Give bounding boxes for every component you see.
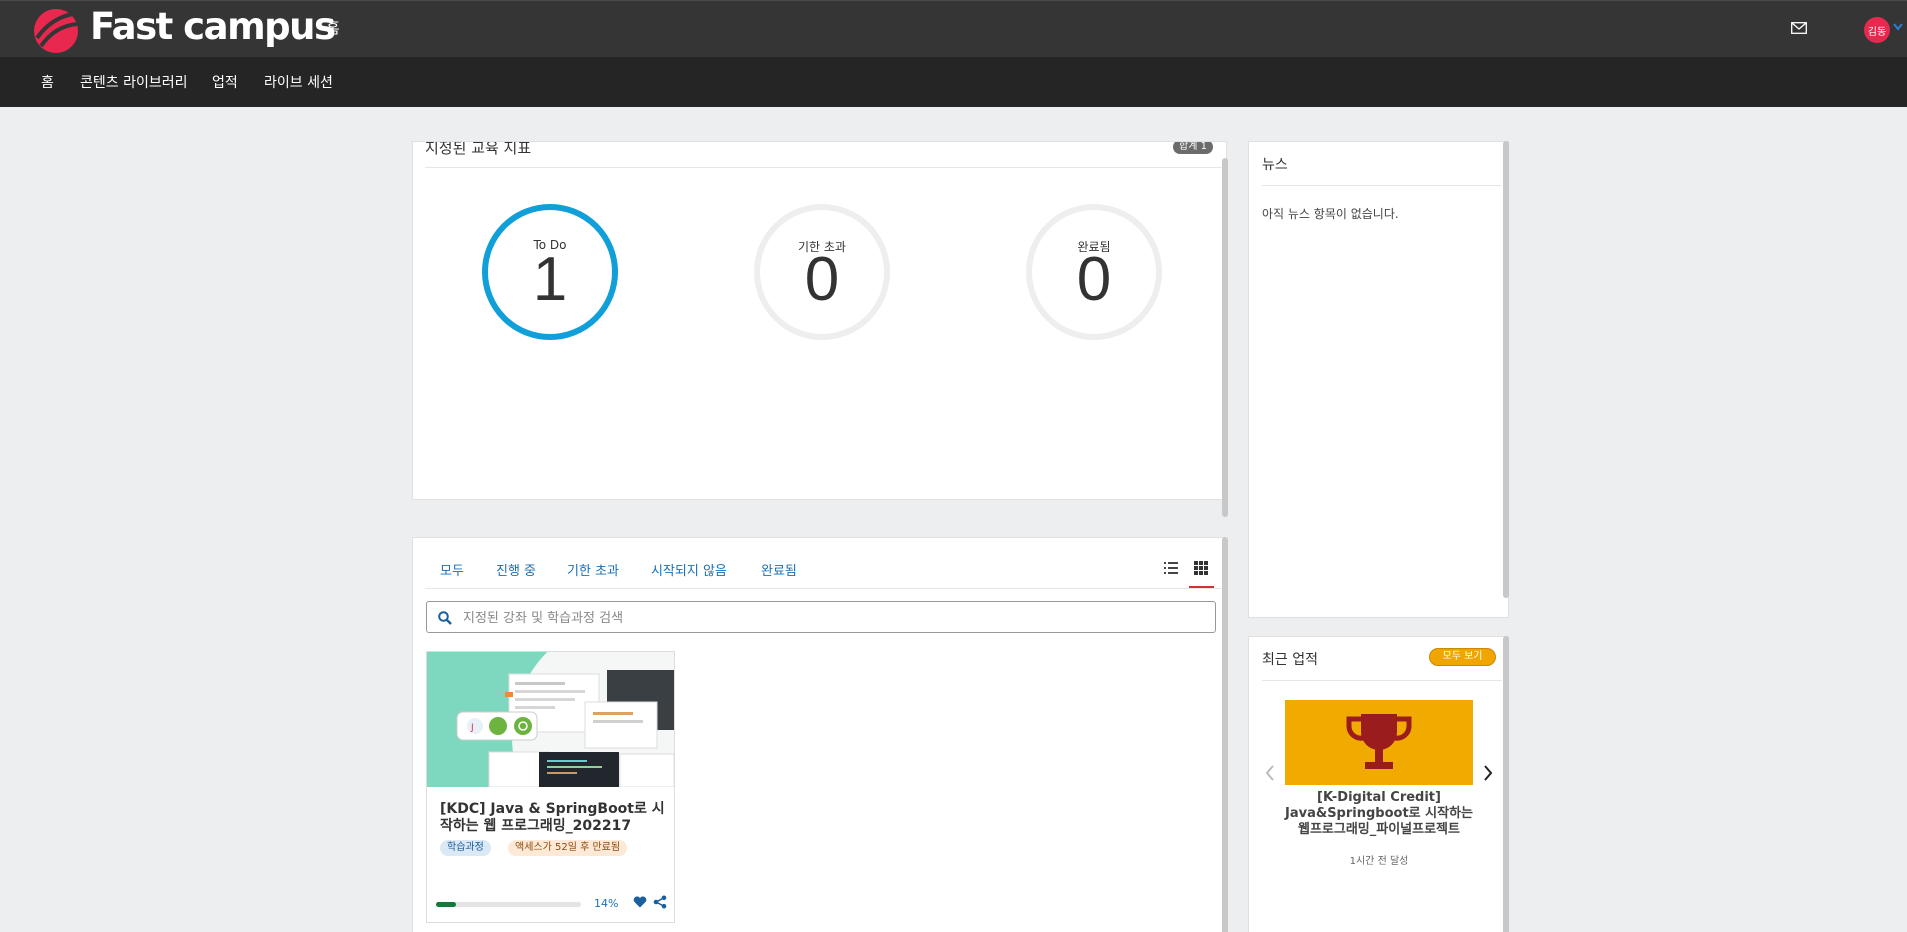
trophy-icon xyxy=(1346,714,1412,769)
divider xyxy=(1262,185,1502,186)
divider xyxy=(425,588,1225,589)
heart-icon[interactable] xyxy=(633,896,647,908)
nav-item-home[interactable]: 홈 xyxy=(41,72,54,92)
page-label: 홈 xyxy=(326,19,340,37)
news-empty-message: 아직 뉴스 항목이 없습니다. xyxy=(1262,207,1399,221)
stats-title: 지정된 교육 지표 xyxy=(425,141,532,157)
nav-item-live-sessions[interactable]: 라이브 세션 xyxy=(264,72,333,92)
course-search[interactable] xyxy=(426,601,1216,633)
news-scrollbar[interactable] xyxy=(1503,141,1509,598)
progress-fill xyxy=(436,902,457,907)
nav-item-content-library[interactable]: 콘텐츠 라이브러리 xyxy=(80,72,188,92)
recent-achievements-panel: 최근 업적 모두 보기 [K-Digital Credit] Java&Spri… xyxy=(1248,636,1509,932)
course-card[interactable]: J [KDC] Java & SpringBoot로 시작하는 웹 프로그래밍_… xyxy=(426,651,675,923)
search-input[interactable] xyxy=(463,608,1203,628)
achievement-image[interactable] xyxy=(1285,700,1473,785)
chevron-down-icon[interactable] xyxy=(1893,23,1903,31)
tab-all[interactable]: 모두 xyxy=(440,560,464,579)
course-progress-bar xyxy=(436,902,581,907)
tab-completed[interactable]: 완료됨 xyxy=(761,560,797,579)
learning-stats-panel: 지정된 교육 지표 합계 1 To Do 1 기한 초과 0 완료됨 0 xyxy=(412,141,1227,500)
stat-completed[interactable]: 완료됨 0 xyxy=(1026,204,1162,340)
avatar[interactable]: 김동 xyxy=(1864,17,1890,43)
achievement-time: 1시간 전 달성 xyxy=(1349,856,1409,867)
chevron-left-icon[interactable] xyxy=(1265,765,1275,781)
achievements-title: 최근 업적 xyxy=(1262,652,1318,668)
achievements-scrollbar[interactable] xyxy=(1503,636,1509,932)
fastcampus-logo-icon[interactable] xyxy=(33,8,79,54)
grid-view-icon[interactable] xyxy=(1194,561,1208,575)
course-type-badge: 학습과정 xyxy=(440,840,491,856)
divider xyxy=(425,167,1225,168)
nav-item-achievements[interactable]: 업적 xyxy=(212,72,238,92)
assigned-courses-panel: 모두 진행 중 기한 초과 시작되지 않음 완료됨 지정된 강좌 및 학습과정 … xyxy=(412,537,1227,932)
tab-overdue[interactable]: 기한 초과 xyxy=(567,560,619,579)
divider xyxy=(1262,680,1502,681)
logo-text[interactable]: Fast campus xyxy=(90,5,336,48)
chevron-right-icon[interactable] xyxy=(1483,765,1493,781)
main-nav: 홈 콘텐츠 라이브러리 업적 라이브 세션 xyxy=(0,57,1907,107)
stat-value: 0 xyxy=(804,245,840,314)
stat-overdue[interactable]: 기한 초과 0 xyxy=(754,204,890,340)
search-icon xyxy=(438,611,452,625)
course-thumbnail[interactable]: J xyxy=(427,652,674,787)
stats-scrollbar[interactable] xyxy=(1222,158,1228,517)
share-icon[interactable] xyxy=(653,895,667,909)
svg-text:J: J xyxy=(470,723,474,733)
tab-not-started[interactable]: 시작되지 않음 xyxy=(651,560,727,579)
list-view-icon[interactable] xyxy=(1164,562,1178,574)
achievement-title[interactable]: [K-Digital Credit] Java&Springboot로 시작하는… xyxy=(1285,790,1473,838)
top-bar: Fast campus 홈 김동 xyxy=(0,0,1907,57)
course-title[interactable]: [KDC] Java & SpringBoot로 시작하는 웹 프로그래밍_20… xyxy=(440,801,665,835)
courses-scrollbar[interactable] xyxy=(1222,537,1228,932)
access-expiry-badge: 액세스가 52일 후 만료됨 xyxy=(508,840,628,856)
total-badge: 합계 1 xyxy=(1173,142,1213,154)
view-all-button[interactable]: 모두 보기 xyxy=(1429,648,1496,666)
tab-in-progress[interactable]: 진행 중 xyxy=(496,560,536,579)
news-title: 뉴스 xyxy=(1262,157,1288,173)
news-panel: 뉴스 아직 뉴스 항목이 없습니다. xyxy=(1248,141,1509,618)
stat-value: 0 xyxy=(1076,245,1112,314)
stat-todo[interactable]: To Do 1 xyxy=(482,204,618,340)
mail-icon[interactable] xyxy=(1791,22,1807,34)
progress-percent: 14% xyxy=(594,897,619,910)
stat-value: 1 xyxy=(532,245,568,314)
